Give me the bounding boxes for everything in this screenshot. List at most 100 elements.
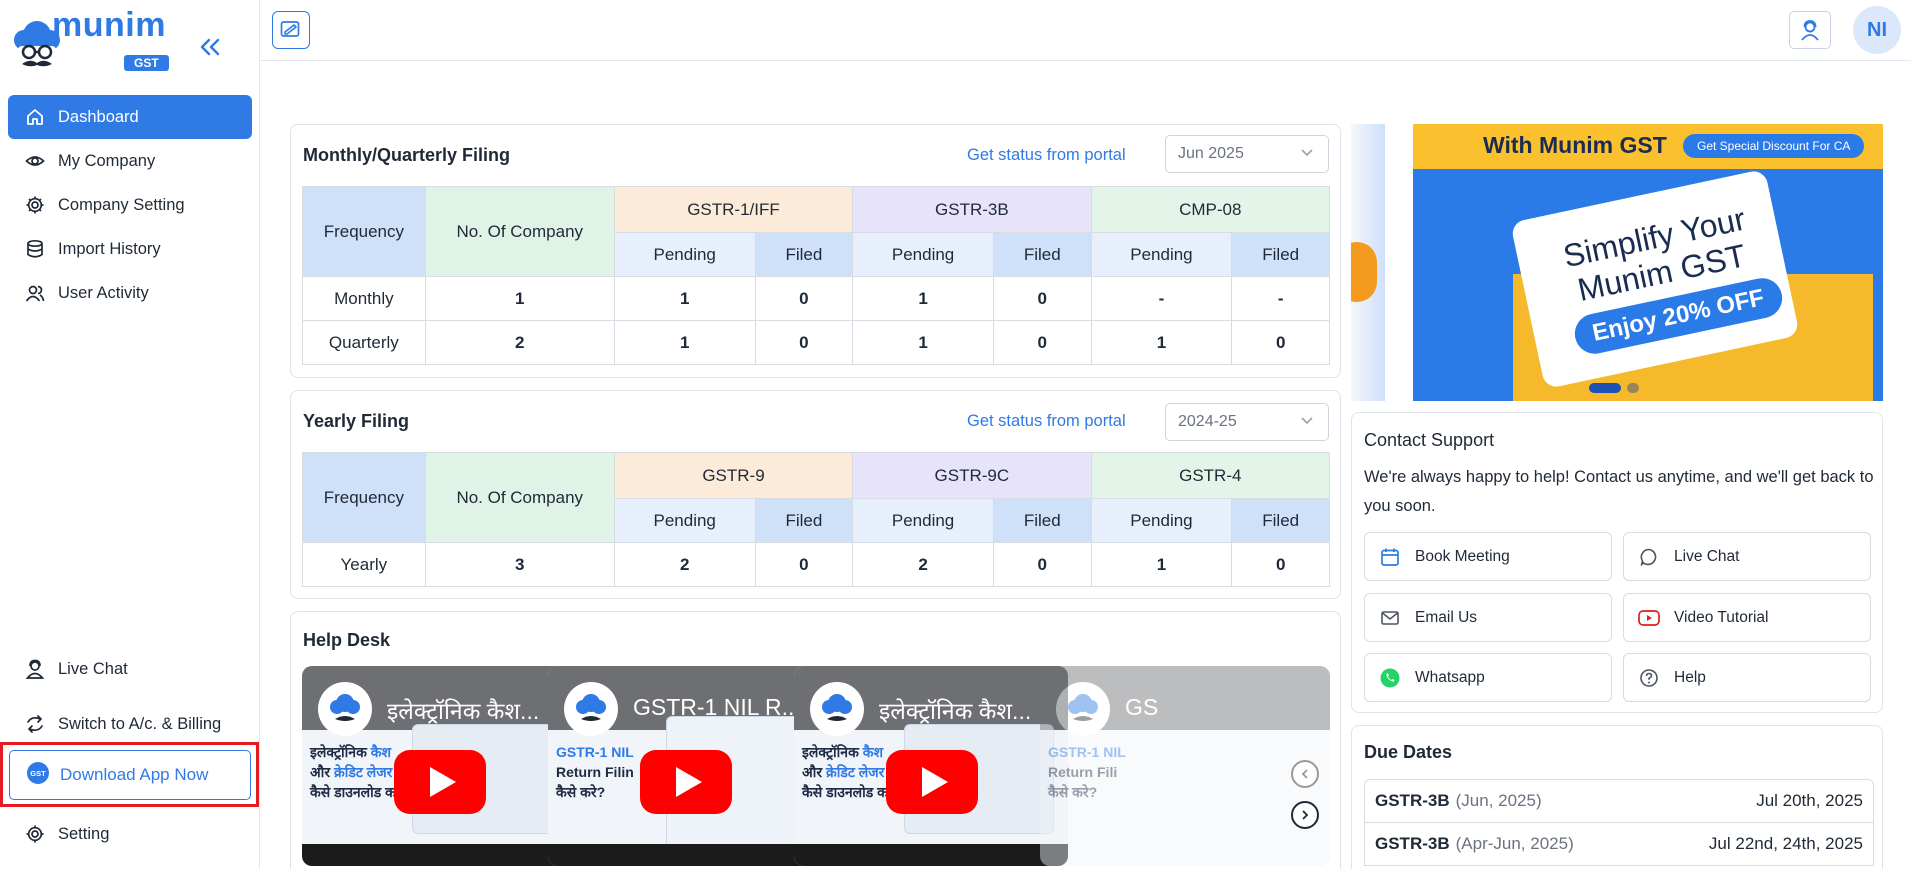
video-title: इलेक्ट्रॉनिक कैश... bbox=[387, 698, 540, 724]
carousel-prev-button[interactable] bbox=[1291, 760, 1319, 788]
header-frequency: Frequency bbox=[302, 452, 426, 543]
carousel-next-button[interactable] bbox=[1291, 801, 1319, 829]
help-video-card[interactable]: इलेक्ट्रॉनिक कैश... इलेक्ट्रॉनिक कैश और क… bbox=[302, 666, 576, 866]
filed-cell[interactable]: 0 bbox=[1231, 542, 1330, 587]
contact-support-text: We're always happy to help! Contact us a… bbox=[1364, 468, 1874, 515]
due-date-row[interactable]: GSTR-3B (Jun, 2025) Jul 20th, 2025 bbox=[1364, 779, 1874, 823]
support-agent-icon bbox=[1801, 20, 1819, 41]
pending-cell[interactable]: 1 bbox=[852, 320, 994, 365]
users-icon bbox=[24, 282, 46, 304]
help-desk-title: Help Desk bbox=[303, 630, 391, 650]
period-select-value: Jun 2025 bbox=[1178, 145, 1244, 162]
sidebar-item-dashboard[interactable]: Dashboard bbox=[8, 95, 252, 139]
pending-cell[interactable]: 2 bbox=[613, 542, 756, 587]
munim-logo-icon bbox=[810, 682, 864, 736]
period-select[interactable]: Jun 2025 bbox=[1165, 135, 1329, 173]
monthly-filing-table: Frequency No. Of Company GSTR-1/IFF GSTR… bbox=[302, 186, 1331, 365]
help-button[interactable]: Help bbox=[1623, 653, 1871, 702]
contact-support-card: Contact Support We're always happy to he… bbox=[1351, 412, 1883, 713]
video-tutorial-button[interactable]: Video Tutorial bbox=[1623, 593, 1871, 642]
table-row: Quarterly 2 1 0 1 0 1 0 bbox=[302, 320, 1330, 365]
header-pending: Pending bbox=[613, 232, 756, 277]
switch-arrows-icon bbox=[24, 713, 46, 735]
book-meeting-button[interactable]: Book Meeting bbox=[1364, 532, 1612, 581]
banner-dot-active[interactable] bbox=[1589, 383, 1621, 393]
sidebar-item-label: My Company bbox=[58, 151, 156, 170]
munim-logo-icon bbox=[318, 682, 372, 736]
youtube-play-icon[interactable] bbox=[394, 750, 486, 814]
due-date-row[interactable]: GSTR-3B (Apr-Jun, 2025) Jul 22nd, 24th, … bbox=[1364, 822, 1874, 866]
company-count-cell[interactable]: 2 bbox=[424, 320, 615, 365]
help-video-card[interactable]: GS GSTR-1 NIL Return Fili कैसे करे? bbox=[1040, 666, 1330, 866]
filed-cell[interactable]: 0 bbox=[992, 276, 1092, 321]
pending-cell[interactable]: 2 bbox=[852, 542, 994, 587]
home-icon bbox=[24, 106, 46, 128]
sidebar-setting[interactable]: Setting bbox=[8, 812, 252, 856]
agent-icon bbox=[24, 658, 46, 680]
chevron-right-icon bbox=[1302, 810, 1309, 820]
promo-banner[interactable]: With Munim GST Get Special Discount For … bbox=[1413, 124, 1883, 401]
live-chat-button[interactable]: Live Chat bbox=[1623, 532, 1871, 581]
filed-cell[interactable]: 0 bbox=[754, 320, 854, 365]
sidebar-switch-billing[interactable]: Switch to A/c. & Billing bbox=[8, 702, 252, 746]
eye-icon bbox=[24, 150, 46, 172]
pending-cell[interactable]: 1 bbox=[613, 276, 756, 321]
banner-discount-pill: Get Special Discount For CA bbox=[1683, 134, 1865, 158]
setting-label: Setting bbox=[58, 824, 110, 843]
get-status-link[interactable]: Get status from portal bbox=[967, 146, 1126, 165]
user-avatar[interactable]: NI bbox=[1853, 6, 1901, 54]
header-filed: Filed bbox=[1231, 498, 1330, 543]
filed-cell[interactable]: 0 bbox=[1231, 320, 1330, 365]
header-filed: Filed bbox=[1231, 232, 1330, 277]
header-filed: Filed bbox=[754, 498, 854, 543]
help-video-card[interactable]: GSTR-1 NIL R... GSTR-1 NIL Return Filin कै… bbox=[548, 666, 822, 866]
pending-cell[interactable]: 1 bbox=[852, 276, 994, 321]
sidebar-nav: Dashboard My Company Company Setting Imp… bbox=[8, 95, 252, 315]
banner-dot[interactable] bbox=[1627, 383, 1639, 393]
header-frequency: Frequency bbox=[302, 186, 426, 277]
company-count-cell[interactable]: 1 bbox=[424, 276, 615, 321]
sidebar-live-chat[interactable]: Live Chat bbox=[8, 647, 252, 691]
sidebar-item-company-setting[interactable]: Company Setting bbox=[8, 183, 252, 227]
gst-app-icon: GST bbox=[26, 761, 50, 790]
header-companies: No. Of Company bbox=[424, 452, 615, 543]
banner-prev-slide bbox=[1351, 124, 1385, 401]
filed-cell[interactable]: 0 bbox=[754, 542, 854, 587]
sidebar: munim GST Dashboard My Company Company S… bbox=[0, 0, 260, 869]
youtube-play-icon[interactable] bbox=[640, 750, 732, 814]
double-chevron-left-icon bbox=[200, 38, 220, 56]
help-video-card[interactable]: इलेक्ट्रॉनिक कैश... इलेक्ट्रॉनिक कैश और क… bbox=[794, 666, 1068, 866]
yearly-filing-card: Yearly Filing Get status from portal 202… bbox=[290, 390, 1341, 599]
filed-cell[interactable]: 0 bbox=[992, 320, 1092, 365]
sidebar-item-label: Dashboard bbox=[58, 107, 139, 126]
header-pending: Pending bbox=[852, 232, 994, 277]
collapse-sidebar-button[interactable] bbox=[198, 34, 222, 64]
due-dates-card: Due Dates GSTR-3B (Jun, 2025) Jul 20th, … bbox=[1351, 725, 1883, 869]
due-date: Jul 22nd, 24th, 2025 bbox=[1708, 834, 1863, 853]
edit-button[interactable] bbox=[272, 11, 310, 49]
pending-cell: - bbox=[1090, 276, 1233, 321]
filed-cell[interactable]: 0 bbox=[754, 276, 854, 321]
video-title: इलेक्ट्रॉनिक कैश... bbox=[879, 698, 1032, 724]
pending-cell[interactable]: 1 bbox=[1090, 320, 1233, 365]
year-select[interactable]: 2024-25 bbox=[1165, 403, 1329, 441]
download-app-highlight: GST Download App Now bbox=[0, 742, 259, 807]
email-us-button[interactable]: Email Us bbox=[1364, 593, 1612, 642]
whatsapp-button[interactable]: Whatsapp bbox=[1364, 653, 1612, 702]
get-status-link[interactable]: Get status from portal bbox=[967, 412, 1126, 431]
pending-cell[interactable]: 1 bbox=[1090, 542, 1233, 587]
question-circle-icon bbox=[1638, 667, 1660, 689]
sidebar-item-user-activity[interactable]: User Activity bbox=[8, 271, 252, 315]
support-agent-button[interactable] bbox=[1789, 11, 1831, 49]
sidebar-item-my-company[interactable]: My Company bbox=[8, 139, 252, 183]
database-icon bbox=[24, 238, 46, 260]
mail-icon bbox=[1379, 607, 1401, 629]
filed-cell[interactable]: 0 bbox=[992, 542, 1092, 587]
email-us-label: Email Us bbox=[1415, 608, 1478, 626]
youtube-play-icon[interactable] bbox=[886, 750, 978, 814]
video-caption: GSTR-1 NIL Return Fili कैसे करे? bbox=[1048, 744, 1126, 800]
pending-cell[interactable]: 1 bbox=[613, 320, 756, 365]
download-app-button[interactable]: GST Download App Now bbox=[9, 750, 251, 800]
sidebar-item-import-history[interactable]: Import History bbox=[8, 227, 252, 271]
company-count-cell[interactable]: 3 bbox=[424, 542, 615, 587]
